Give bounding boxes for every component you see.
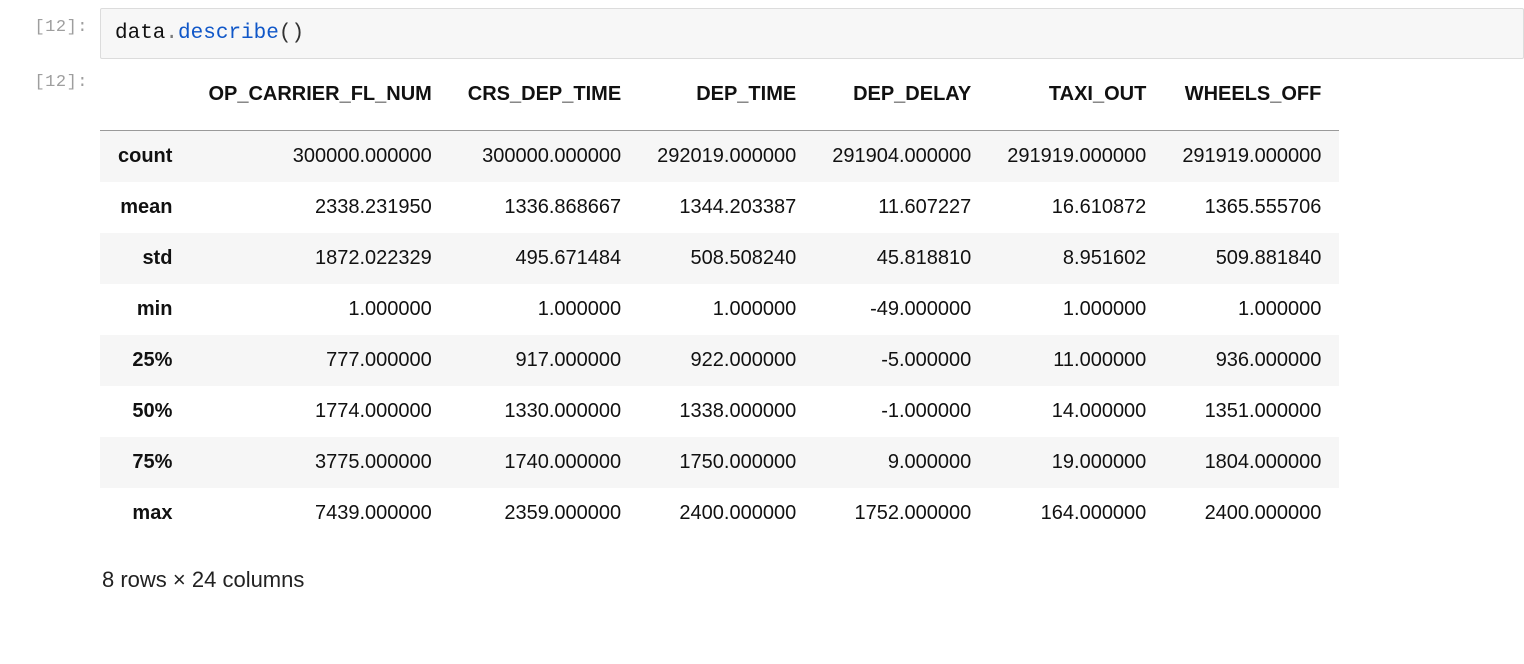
dataframe-cell: 14.000000 xyxy=(989,386,1164,437)
dataframe-cell: 1.000000 xyxy=(1164,284,1339,335)
dataframe-cell: 1.000000 xyxy=(639,284,814,335)
code-token-dot: . xyxy=(165,22,178,45)
dataframe-cell: 509.881840 xyxy=(1164,233,1339,284)
code-token-parens: () xyxy=(279,22,304,45)
table-row: min1.0000001.0000001.000000-49.0000001.0… xyxy=(100,284,1339,335)
dataframe-cell: 291904.000000 xyxy=(814,131,989,183)
dataframe-cell: 1872.022329 xyxy=(190,233,449,284)
dataframe-cell: 11.000000 xyxy=(989,335,1164,386)
dataframe-column-header: WHEELS_OFF xyxy=(1164,69,1339,131)
table-row: count300000.000000300000.000000292019.00… xyxy=(100,131,1339,183)
input-cell: [12]: data.describe() xyxy=(0,8,1524,59)
dataframe-thead: OP_CARRIER_FL_NUMCRS_DEP_TIMEDEP_TIMEDEP… xyxy=(100,69,1339,131)
dataframe-cell: 2400.000000 xyxy=(1164,488,1339,539)
dataframe-cell: -49.000000 xyxy=(814,284,989,335)
dataframe-index-cell: max xyxy=(100,488,190,539)
dataframe-cell: 1740.000000 xyxy=(450,437,639,488)
dataframe-column-header: DEP_TIME xyxy=(639,69,814,131)
table-row: 75%3775.0000001740.0000001750.0000009.00… xyxy=(100,437,1339,488)
dataframe-cell: 300000.000000 xyxy=(450,131,639,183)
dataframe-cell: 2400.000000 xyxy=(639,488,814,539)
dataframe-column-header: DEP_DELAY xyxy=(814,69,989,131)
dataframe-index-cell: std xyxy=(100,233,190,284)
output-prompt: [12]: xyxy=(0,63,100,92)
dataframe-cell: 11.607227 xyxy=(814,182,989,233)
dataframe-index-cell: 75% xyxy=(100,437,190,488)
table-row: 50%1774.0000001330.0000001338.000000-1.0… xyxy=(100,386,1339,437)
dataframe-column-header: CRS_DEP_TIME xyxy=(450,69,639,131)
dataframe-corner-cell xyxy=(100,69,190,131)
dataframe-index-cell: mean xyxy=(100,182,190,233)
dataframe-cell: 936.000000 xyxy=(1164,335,1339,386)
dataframe-cell: 2338.231950 xyxy=(190,182,449,233)
code-token-var: data xyxy=(115,22,165,45)
dataframe-shape-note: 8 rows × 24 columns xyxy=(100,539,1524,603)
dataframe-cell: 1.000000 xyxy=(190,284,449,335)
dataframe-cell: 1336.868667 xyxy=(450,182,639,233)
dataframe-cell: 164.000000 xyxy=(989,488,1164,539)
dataframe-cell: 1338.000000 xyxy=(639,386,814,437)
jupyter-notebook: [12]: data.describe() [12]: OP_CARRIER_F… xyxy=(0,0,1524,615)
dataframe-column-header: OP_CARRIER_FL_NUM xyxy=(190,69,449,131)
input-prompt: [12]: xyxy=(0,8,100,37)
dataframe-cell: 2359.000000 xyxy=(450,488,639,539)
dataframe-cell: 508.508240 xyxy=(639,233,814,284)
dataframe-cell: 1804.000000 xyxy=(1164,437,1339,488)
dataframe-cell: 1752.000000 xyxy=(814,488,989,539)
dataframe-cell: 1330.000000 xyxy=(450,386,639,437)
dataframe-cell: 777.000000 xyxy=(190,335,449,386)
dataframe-cell: -5.000000 xyxy=(814,335,989,386)
dataframe-cell: 45.818810 xyxy=(814,233,989,284)
table-row: max7439.0000002359.0000002400.0000001752… xyxy=(100,488,1339,539)
dataframe-index-cell: 50% xyxy=(100,386,190,437)
dataframe-column-header: TAXI_OUT xyxy=(989,69,1164,131)
dataframe-cell: 300000.000000 xyxy=(190,131,449,183)
dataframe-cell: 9.000000 xyxy=(814,437,989,488)
table-row: std1872.022329495.671484508.50824045.818… xyxy=(100,233,1339,284)
dataframe-index-cell: min xyxy=(100,284,190,335)
dataframe-cell: 1.000000 xyxy=(989,284,1164,335)
dataframe-cell: 8.951602 xyxy=(989,233,1164,284)
dataframe-cell: 3775.000000 xyxy=(190,437,449,488)
dataframe-cell: 16.610872 xyxy=(989,182,1164,233)
dataframe-index-cell: count xyxy=(100,131,190,183)
dataframe-table: OP_CARRIER_FL_NUMCRS_DEP_TIMEDEP_TIMEDEP… xyxy=(100,69,1339,539)
dataframe-index-cell: 25% xyxy=(100,335,190,386)
table-row: 25%777.000000917.000000922.000000-5.0000… xyxy=(100,335,1339,386)
dataframe-cell: 495.671484 xyxy=(450,233,639,284)
output-area: OP_CARRIER_FL_NUMCRS_DEP_TIMEDEP_TIMEDEP… xyxy=(100,63,1524,603)
dataframe-cell: 917.000000 xyxy=(450,335,639,386)
dataframe-cell: 1351.000000 xyxy=(1164,386,1339,437)
dataframe-tbody: count300000.000000300000.000000292019.00… xyxy=(100,131,1339,540)
dataframe-cell: -1.000000 xyxy=(814,386,989,437)
code-token-method: describe xyxy=(178,22,279,45)
dataframe-cell: 1344.203387 xyxy=(639,182,814,233)
dataframe-cell: 7439.000000 xyxy=(190,488,449,539)
dataframe-cell: 922.000000 xyxy=(639,335,814,386)
dataframe-cell: 1750.000000 xyxy=(639,437,814,488)
dataframe-cell: 1.000000 xyxy=(450,284,639,335)
code-input[interactable]: data.describe() xyxy=(100,8,1524,59)
dataframe-cell: 1774.000000 xyxy=(190,386,449,437)
dataframe-cell: 291919.000000 xyxy=(989,131,1164,183)
dataframe-cell: 19.000000 xyxy=(989,437,1164,488)
table-row: mean2338.2319501336.8686671344.20338711.… xyxy=(100,182,1339,233)
dataframe-cell: 292019.000000 xyxy=(639,131,814,183)
dataframe-cell: 1365.555706 xyxy=(1164,182,1339,233)
output-cell: [12]: OP_CARRIER_FL_NUMCRS_DEP_TIMEDEP_T… xyxy=(0,63,1524,603)
dataframe-cell: 291919.000000 xyxy=(1164,131,1339,183)
dataframe-header-row: OP_CARRIER_FL_NUMCRS_DEP_TIMEDEP_TIMEDEP… xyxy=(100,69,1339,131)
